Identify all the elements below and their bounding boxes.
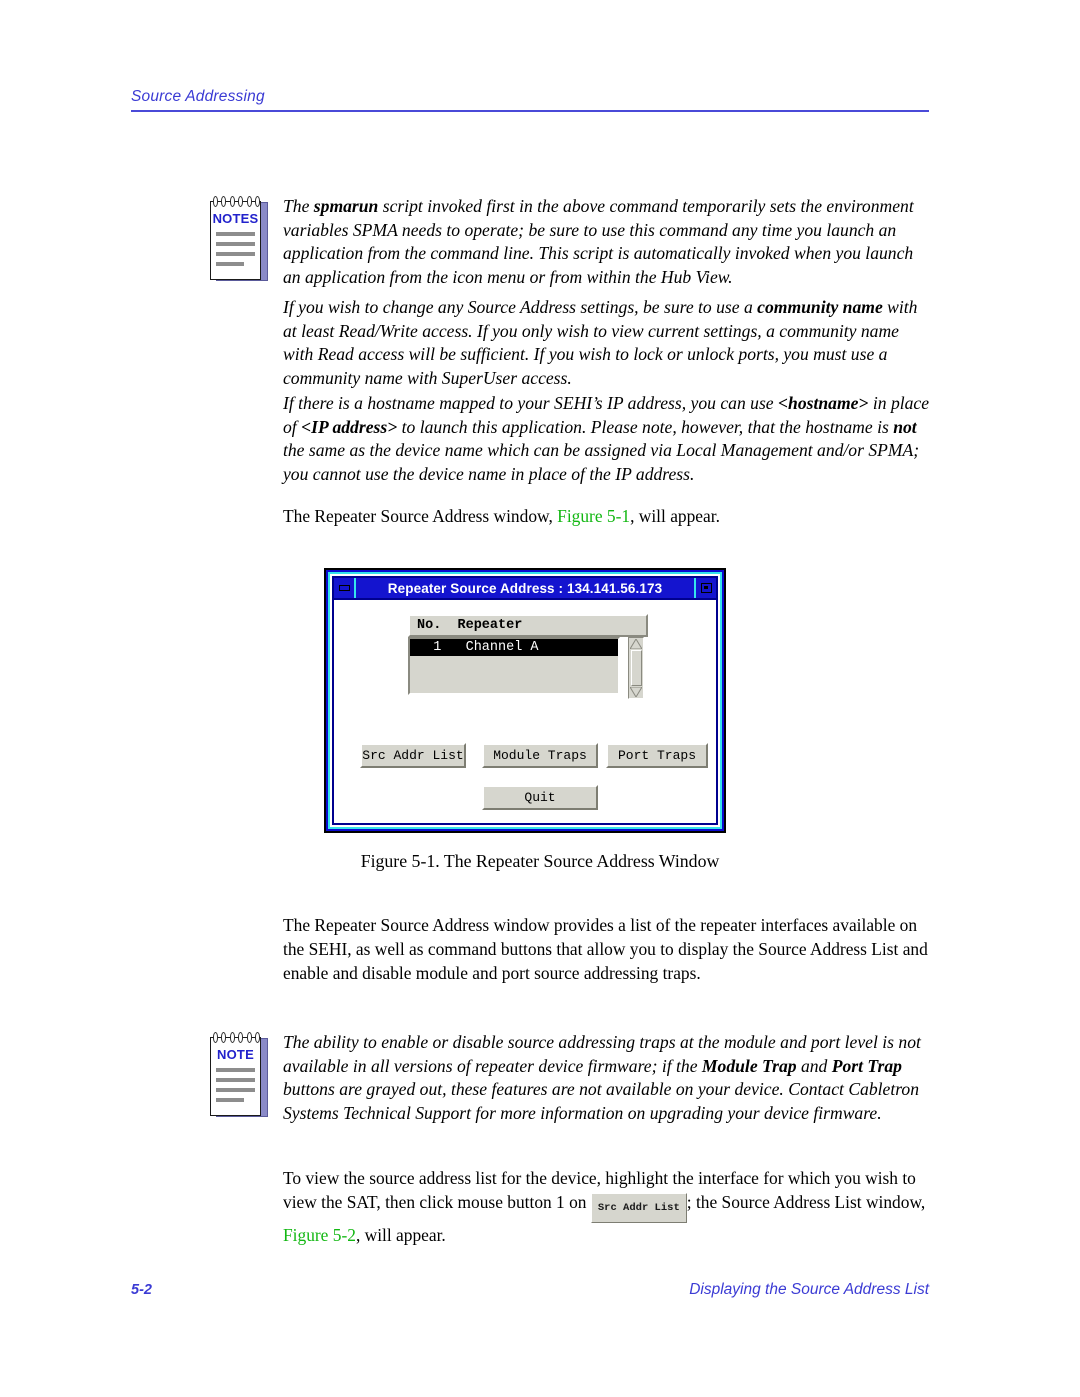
notepad-lines-2: [216, 1068, 255, 1108]
repeater-list-box[interactable]: 1 Channel A: [408, 637, 620, 695]
inline-src-addr-list-button[interactable]: Src Addr List: [590, 1193, 687, 1224]
note-text-1: If you wish to change any Source Address…: [283, 297, 918, 388]
window-titlebar[interactable]: Repeater Source Address : 134.141.56.173: [334, 578, 716, 600]
note-paragraph-firmware: The ability to enable or disable source …: [283, 1031, 938, 1125]
repeater-list-header: No. Repeater: [408, 614, 648, 637]
page-running-head: Source Addressing: [131, 88, 929, 112]
note-paragraph-hostname: If there is a hostname mapped to your SE…: [283, 392, 938, 486]
list-scrollbar[interactable]: [628, 637, 644, 699]
minimize-icon[interactable]: [334, 578, 356, 598]
maximize-icon[interactable]: [694, 578, 716, 598]
window-title: Repeater Source Address : 134.141.56.173: [387, 580, 663, 596]
notepad-label: NOTES: [212, 211, 259, 226]
intro-line: The Repeater Source Address window, Figu…: [283, 504, 933, 528]
scrollbar-thumb[interactable]: [630, 650, 642, 686]
port-traps-button[interactable]: Port Traps: [606, 743, 708, 768]
note-text-2: If there is a hostname mapped to your SE…: [283, 393, 930, 484]
notepad-spiral-rings: [212, 196, 261, 209]
note-text-0: The spmarun script invoked first in the …: [283, 196, 914, 287]
page-footer: 5-2 Displaying the Source Address List: [131, 1281, 929, 1299]
notepad-icon: NOTES: [210, 196, 268, 281]
body-paragraph: The Repeater Source Address window provi…: [283, 915, 928, 984]
scroll-up-arrow-icon[interactable]: [630, 639, 642, 649]
figure-5-1-link[interactable]: Figure 5-1: [557, 506, 630, 526]
notepad-spiral-rings-2: [212, 1032, 261, 1045]
header-divider: [131, 110, 929, 112]
scroll-down-arrow-icon[interactable]: [630, 687, 642, 697]
intro-pre: The Repeater Source Address window,: [283, 506, 558, 526]
window-frame: Repeater Source Address : 134.141.56.173…: [332, 576, 718, 825]
src-addr-list-button[interactable]: Src Addr List: [360, 743, 466, 768]
notepad-icon-2: NOTE: [210, 1032, 268, 1117]
table-row[interactable]: 1 Channel A: [410, 639, 618, 656]
note-paragraph-community-name: If you wish to change any Source Address…: [283, 296, 933, 390]
intro-post: , will appear.: [630, 506, 720, 526]
closing-paragraph: To view the source address list for the …: [283, 1166, 933, 1248]
module-traps-button[interactable]: Module Traps: [482, 743, 598, 768]
repeater-source-address-window[interactable]: Repeater Source Address : 134.141.56.173…: [324, 568, 726, 833]
figure-5-2-link[interactable]: Figure 5-2: [283, 1225, 356, 1245]
quit-button[interactable]: Quit: [482, 785, 598, 810]
running-head-text: Source Addressing: [131, 88, 265, 105]
repeater-list-widget: No. Repeater 1 Channel A: [408, 614, 648, 699]
footer-page-number: 5-2: [131, 1282, 152, 1298]
notepad-label-2: NOTE: [217, 1047, 254, 1062]
window-content: No. Repeater 1 Channel A Src Addr List M…: [334, 600, 716, 823]
notepad-lines: [216, 232, 255, 272]
figure-caption: Figure 5-1. The Repeater Source Address …: [360, 851, 720, 871]
closing-part3: , will appear.: [355, 1225, 446, 1246]
note-text-3: The ability to enable or disable source …: [283, 1032, 921, 1123]
note-paragraph-spmarun: The spmarun script invoked first in the …: [283, 195, 933, 289]
footer-section-title: Displaying the Source Address List: [689, 1281, 929, 1298]
closing-part2: ; the Source Address List window,: [686, 1192, 926, 1213]
